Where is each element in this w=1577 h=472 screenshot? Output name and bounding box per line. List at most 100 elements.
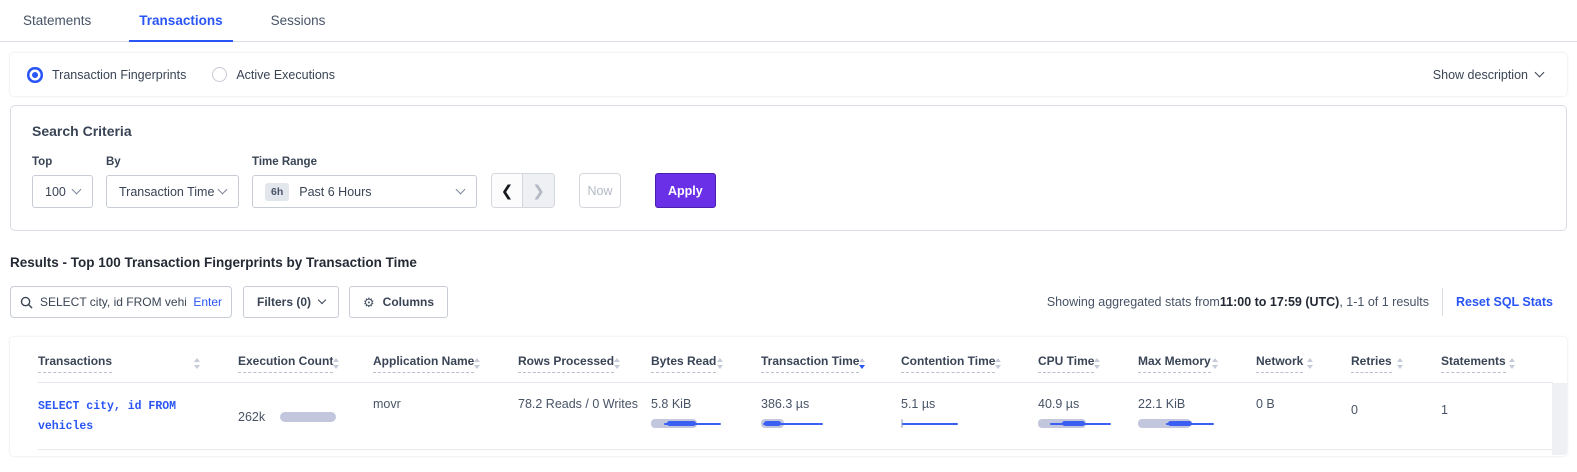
results-controls: Enter Filters (0) ⚙ Columns Showing aggr…	[10, 286, 1567, 318]
reset-sql-stats-link[interactable]: Reset SQL Stats	[1456, 295, 1553, 309]
sort-icon[interactable]	[1307, 358, 1313, 369]
column-header-network[interactable]: Network	[1256, 337, 1351, 382]
column-header-max-memory[interactable]: Max Memory	[1138, 337, 1256, 382]
enter-button[interactable]: Enter	[193, 295, 222, 309]
radio-selected-icon	[32, 72, 38, 78]
time-range-field: Time Range 6h Past 6 Hours	[252, 156, 477, 208]
time-range-value: Past 6 Hours	[299, 185, 371, 199]
stats-suffix: , 1-1 of 1 results	[1339, 295, 1429, 309]
column-label[interactable]: Transactions	[38, 354, 112, 373]
sort-icon[interactable]	[333, 358, 339, 369]
column-header-transactions[interactable]: Transactions	[38, 337, 238, 382]
column-label[interactable]: Contention Time	[901, 354, 995, 373]
table-row: SELECT city, id FROM vehicles 262k movr …	[38, 383, 1553, 450]
max-memory-value: 22.1 KiB	[1138, 397, 1246, 411]
previous-window-button[interactable]: ❮	[492, 174, 523, 207]
gear-icon: ⚙	[363, 296, 375, 309]
sort-icon[interactable]	[194, 358, 200, 369]
radio-unselected-icon	[212, 67, 227, 82]
column-header-transaction-time[interactable]: Transaction Time	[761, 337, 901, 382]
tab-statements[interactable]: Statements	[13, 13, 101, 42]
chevron-down-icon	[218, 185, 228, 195]
next-window-button[interactable]: ❯	[523, 174, 554, 207]
time-range-label: Time Range	[252, 156, 477, 168]
transactions-table: Transactions Execution Count Application…	[10, 337, 1567, 456]
sort-icon[interactable]	[614, 358, 620, 369]
chevron-down-icon	[456, 185, 466, 195]
sort-icon[interactable]	[1212, 358, 1218, 369]
sort-icon[interactable]	[717, 358, 723, 369]
filters-label: Filters (0)	[257, 295, 311, 309]
radio-label: Active Executions	[236, 68, 335, 82]
search-criteria-card: Search Criteria Top 100 By Transaction T…	[10, 105, 1567, 231]
column-header-bytes-read[interactable]: Bytes Read	[651, 337, 761, 382]
top-select[interactable]: 100	[32, 175, 93, 208]
transaction-time-bar	[761, 419, 843, 429]
tab-sessions[interactable]: Sessions	[261, 13, 336, 42]
columns-label: Columns	[383, 295, 434, 309]
execution-count-bar	[280, 412, 336, 422]
time-range-select[interactable]: 6h Past 6 Hours	[252, 175, 477, 208]
filters-button[interactable]: Filters (0)	[243, 286, 339, 318]
column-label[interactable]: Max Memory	[1138, 354, 1211, 373]
by-select[interactable]: Transaction Time	[106, 175, 239, 208]
table-scrollbar-gutter[interactable]	[1552, 383, 1567, 455]
by-value: Transaction Time	[119, 185, 214, 199]
table-header-row: Transactions Execution Count Application…	[38, 337, 1553, 383]
column-header-cpu-time[interactable]: CPU Time	[1038, 337, 1138, 382]
column-label[interactable]: Application Name	[373, 354, 474, 373]
top-label: Top	[32, 156, 93, 168]
column-header-execution-count[interactable]: Execution Count	[238, 337, 373, 382]
column-label[interactable]: Retries	[1351, 354, 1392, 373]
column-label[interactable]: CPU Time	[1038, 354, 1094, 373]
column-label[interactable]: Transaction Time	[761, 354, 859, 373]
sort-icon[interactable]	[859, 358, 865, 369]
column-header-contention-time[interactable]: Contention Time	[901, 337, 1038, 382]
sort-icon[interactable]	[995, 358, 1001, 369]
sort-icon[interactable]	[474, 358, 480, 369]
sql-search-box[interactable]: Enter	[10, 286, 232, 318]
statements-value: 1	[1441, 383, 1553, 449]
column-label[interactable]: Network	[1256, 354, 1303, 373]
sort-icon[interactable]	[1509, 358, 1515, 369]
view-toggle-bar: Transaction Fingerprints Active Executio…	[10, 53, 1567, 96]
radio-transaction-fingerprints[interactable]: Transaction Fingerprints	[27, 67, 186, 83]
chevron-down-icon	[1535, 68, 1545, 78]
time-range-badge: 6h	[265, 183, 289, 201]
contention-time-bar	[901, 419, 983, 429]
transaction-fingerprint-link[interactable]: SELECT city, id FROM vehicles	[38, 397, 210, 437]
execution-count-value: 262k	[238, 410, 265, 424]
columns-button[interactable]: ⚙ Columns	[349, 286, 448, 318]
results-heading: Results - Top 100 Transaction Fingerprin…	[10, 255, 1567, 270]
show-description-toggle[interactable]: Show description	[1433, 68, 1543, 82]
stats-prefix: Showing aggregated stats from	[1047, 295, 1220, 309]
aggregated-stats-text: Showing aggregated stats from 11:00 to 1…	[1047, 295, 1429, 309]
bytes-read-value: 5.8 KiB	[651, 397, 751, 411]
by-field: By Transaction Time	[106, 156, 239, 208]
column-header-statements[interactable]: Statements	[1441, 337, 1553, 382]
radio-active-executions[interactable]: Active Executions	[212, 67, 335, 82]
time-window-arrows: ❮ ❯	[491, 173, 555, 208]
column-header-retries[interactable]: Retries	[1351, 337, 1441, 382]
column-label[interactable]: Rows Processed	[518, 354, 614, 373]
column-label[interactable]: Execution Count	[238, 354, 333, 373]
sort-icon[interactable]	[1094, 358, 1100, 369]
tab-transactions[interactable]: Transactions	[129, 13, 232, 42]
page-tabs: Statements Transactions Sessions	[0, 0, 1577, 42]
cpu-time-bar	[1038, 419, 1120, 429]
retries-value: 0	[1351, 383, 1441, 449]
column-label[interactable]: Statements	[1441, 354, 1506, 373]
apply-button[interactable]: Apply	[655, 173, 716, 208]
column-label[interactable]: Bytes Read	[651, 354, 716, 373]
cpu-time-value: 40.9 µs	[1038, 397, 1128, 411]
column-header-rows-processed[interactable]: Rows Processed	[518, 337, 651, 382]
now-button[interactable]: Now	[579, 173, 621, 208]
contention-time-value: 5.1 µs	[901, 397, 1028, 411]
search-input[interactable]	[40, 295, 186, 309]
divider	[1442, 288, 1443, 316]
network-value: 0 B	[1256, 383, 1351, 449]
application-name-value: movr	[373, 383, 518, 449]
sort-icon[interactable]	[1397, 358, 1403, 369]
bytes-read-bar	[651, 419, 733, 429]
column-header-application-name[interactable]: Application Name	[373, 337, 518, 382]
